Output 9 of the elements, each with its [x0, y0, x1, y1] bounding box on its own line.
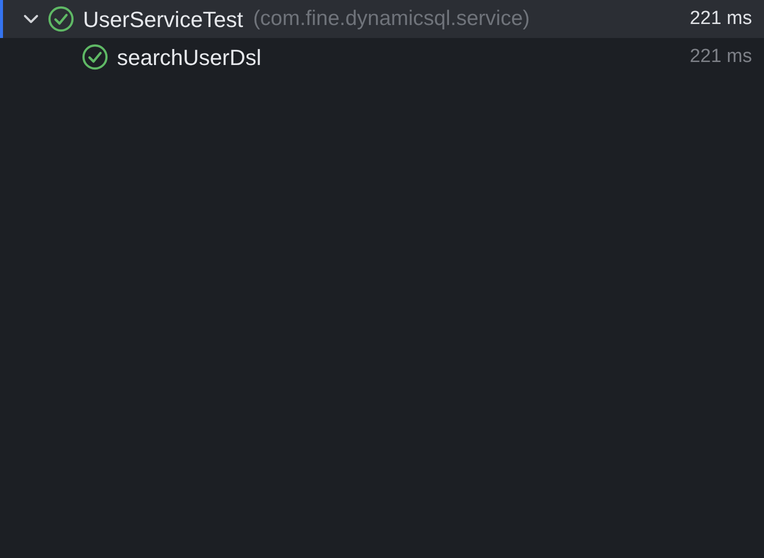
test-name: searchUserDsl: [117, 44, 262, 72]
test-name: UserServiceTest: [83, 6, 244, 34]
duration-text: 221 ms: [690, 6, 752, 31]
test-tree-row[interactable]: UserServiceTest (com.fine.dynamicsql.service) 221 ms: [0, 0, 764, 38]
check-circle-icon: [47, 5, 75, 33]
duration-text: 221 ms: [690, 44, 752, 69]
check-circle-icon: [81, 43, 109, 71]
test-tree-row[interactable]: searchUserDsl 221 ms: [0, 38, 764, 76]
package-name: (com.fine.dynamicsql.service): [253, 6, 530, 32]
